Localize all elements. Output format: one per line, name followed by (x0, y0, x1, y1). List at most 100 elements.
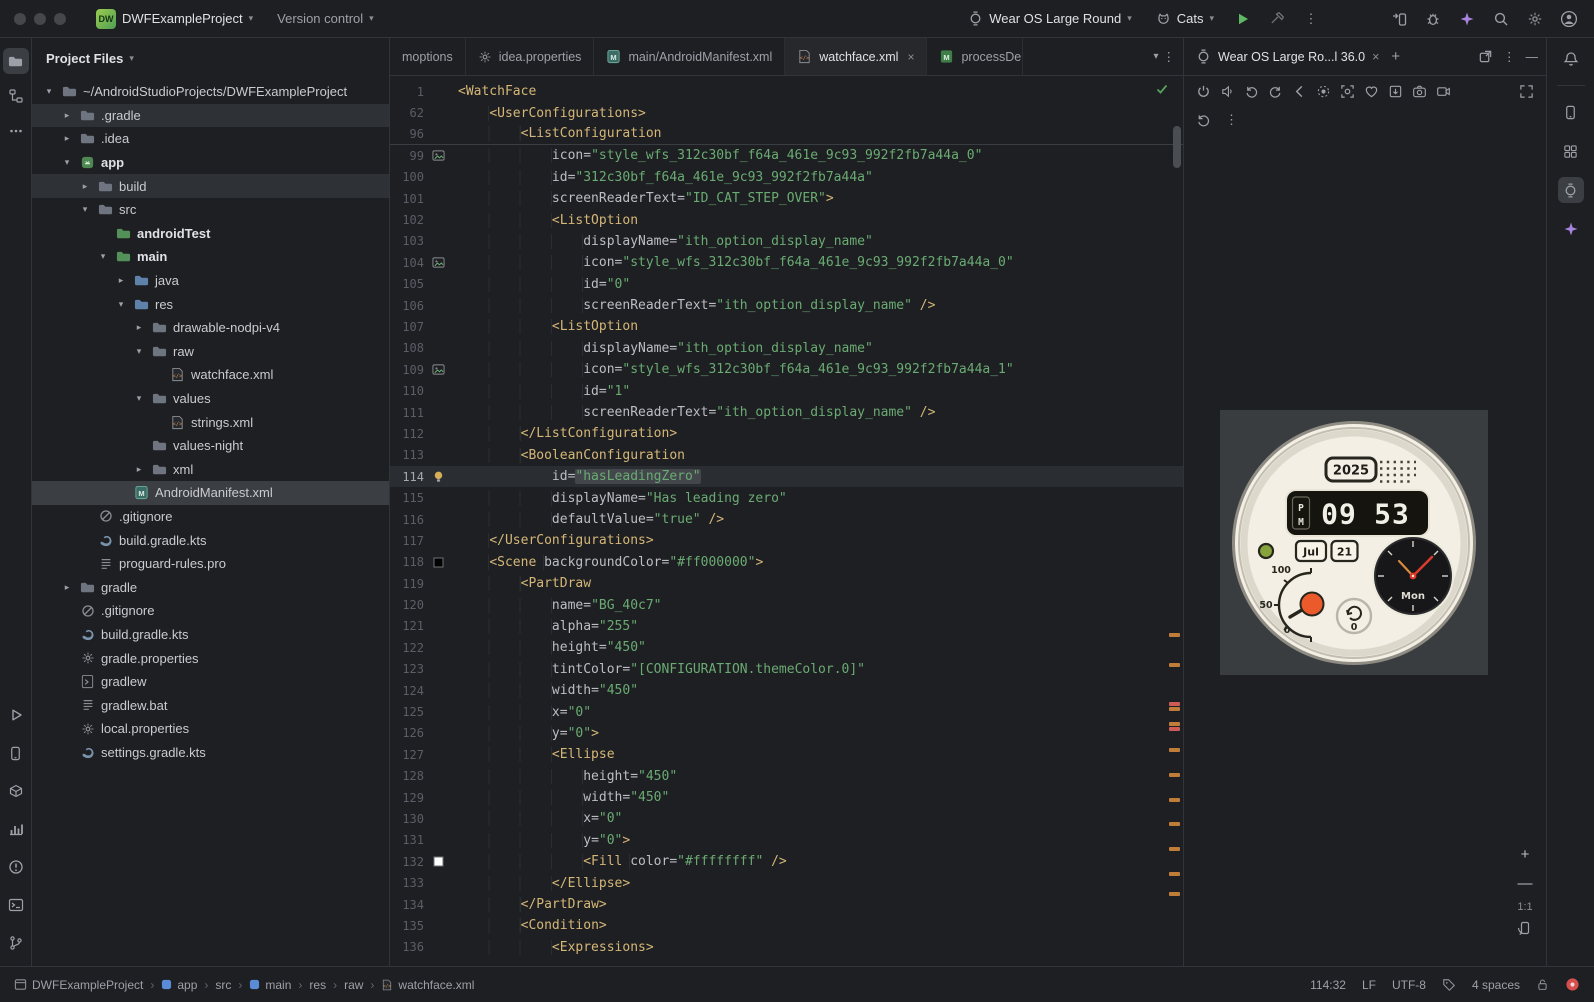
tree-item-build[interactable]: ▸ build (32, 174, 389, 198)
close-device-tab-icon[interactable]: × (1372, 50, 1379, 64)
code-line-62[interactable]: 62 <UserConfigurations> (390, 102, 1183, 123)
open-in-window-icon[interactable] (1478, 49, 1493, 64)
gemini-icon[interactable] (1558, 216, 1584, 242)
code-line-106[interactable]: 106 screenReaderText="ith_option_display… (390, 295, 1183, 316)
code-line-128[interactable]: 128 height="450" (390, 766, 1183, 787)
breadcrumb-res[interactable]: res (309, 978, 326, 992)
code-line-112[interactable]: 112 </ListConfiguration> (390, 423, 1183, 444)
tree-item-java[interactable]: ▸ java (32, 269, 389, 293)
rotate-right-icon[interactable] (1268, 84, 1283, 99)
chevron-right-icon[interactable]: ▸ (60, 133, 74, 144)
code-line-119[interactable]: 119 <PartDraw (390, 573, 1183, 594)
line-number[interactable]: 116 (390, 513, 424, 527)
drawable-preview-icon[interactable] (424, 363, 452, 376)
line-number[interactable]: 127 (390, 748, 424, 762)
code-line-1[interactable]: 1 <WatchFace (390, 81, 1183, 102)
profiler-icon[interactable] (3, 816, 29, 842)
build-button[interactable] (1264, 6, 1290, 32)
analysis-mark[interactable] (1169, 847, 1180, 851)
tree-item-proguard-rules-pro[interactable]: proguard-rules.pro (32, 552, 389, 576)
tree-item-idea[interactable]: ▸ .idea (32, 127, 389, 151)
fit-screen-icon[interactable] (1519, 84, 1534, 99)
code-line-125[interactable]: 125 x="0" (390, 701, 1183, 722)
code-line-135[interactable]: 135 <Condition> (390, 915, 1183, 936)
error-indicator-icon[interactable] (1565, 977, 1580, 992)
tree-item-gradle-properties[interactable]: gradle.properties (32, 646, 389, 670)
breadcrumb-main[interactable]: main (249, 978, 291, 992)
code-line-133[interactable]: 133 </Ellipse> (390, 872, 1183, 893)
code-line-105[interactable]: 105 id="0" (390, 274, 1183, 295)
editor-scrollbar[interactable] (1173, 126, 1181, 168)
editor-tab-moptions[interactable]: moptions (390, 38, 466, 75)
tree-item-androidtest[interactable]: androidTest (32, 222, 389, 246)
tree-item-raw[interactable]: ▾ raw (32, 340, 389, 364)
close-window-button[interactable] (14, 12, 26, 25)
tab-options-icon[interactable]: ⋮ (1163, 49, 1176, 64)
tree-item-res[interactable]: ▾ res (32, 292, 389, 316)
window-controls[interactable] (14, 12, 66, 25)
line-number[interactable]: 1 (390, 85, 424, 99)
line-number[interactable]: 131 (390, 833, 424, 847)
code-line-113[interactable]: 113 <BooleanConfiguration (390, 445, 1183, 466)
device-panel-more-icon[interactable]: ⋮ (1503, 49, 1516, 64)
chevron-right-icon[interactable]: ▸ (78, 181, 92, 192)
more-tools-icon[interactable] (3, 118, 29, 144)
tree-item-drawable-nodpi-v4[interactable]: ▸ drawable-nodpi-v4 (32, 316, 389, 340)
minimize-window-button[interactable] (34, 12, 46, 25)
running-devices-icon[interactable] (1557, 177, 1584, 203)
device-selector[interactable]: Wear OS Large Round ▾ (960, 7, 1140, 30)
app-inspection-icon[interactable] (3, 778, 29, 804)
power-icon[interactable] (1196, 84, 1211, 99)
code-line-131[interactable]: 131 y="0"> (390, 830, 1183, 851)
chevron-right-icon[interactable]: ▸ (60, 110, 74, 121)
chevron-right-icon[interactable]: ▸ (132, 464, 146, 475)
intention-bulb-icon[interactable] (424, 470, 452, 483)
analysis-mark[interactable] (1169, 702, 1180, 706)
code-line-115[interactable]: 115 displayName="Has leading zero" (390, 487, 1183, 508)
tree-item-main[interactable]: ▾ main (32, 245, 389, 269)
tree-item-gradle[interactable]: ▸ gradle (32, 575, 389, 599)
code-line-126[interactable]: 126 y="0"> (390, 723, 1183, 744)
analysis-mark[interactable] (1169, 798, 1180, 802)
tree-item-androidmanifest-xml[interactable]: M AndroidManifest.xml (32, 481, 389, 505)
code-line-132[interactable]: 132 <Fill color="#ffffffff" /> (390, 851, 1183, 872)
tree-item-values-night[interactable]: values-night (32, 434, 389, 458)
watch-face-preview[interactable]: 2025 P M 09 53 Jul 21 Mon 100 50 0 0 (1220, 410, 1488, 675)
tree-item-local-properties[interactable]: local.properties (32, 717, 389, 741)
device-tab[interactable]: Wear OS Large Ro...l 36.0 × (1192, 49, 1383, 64)
line-number[interactable]: 103 (390, 234, 424, 248)
chevron-right-icon[interactable]: ▸ (132, 322, 146, 333)
code-line-104[interactable]: 104 icon="style_wfs_312c30bf_f64a_461e_9… (390, 252, 1183, 273)
code-line-134[interactable]: 134 </PartDraw> (390, 894, 1183, 915)
line-number[interactable]: 124 (390, 684, 424, 698)
line-number[interactable]: 113 (390, 448, 424, 462)
tree-item-strings-xml[interactable]: </> strings.xml (32, 410, 389, 434)
code-line-99[interactable]: 99 icon="style_wfs_312c30bf_f64a_461e_9c… (390, 145, 1183, 166)
zoom-in-button[interactable]: + (1514, 843, 1536, 865)
line-number[interactable]: 136 (390, 940, 424, 954)
more-actions-button[interactable]: ⋮ (1298, 6, 1324, 32)
chevron-down-icon[interactable]: ▾ (114, 299, 128, 310)
line-number[interactable]: 110 (390, 384, 424, 398)
hide-panel-icon[interactable]: — (1526, 50, 1539, 64)
indent-indicator[interactable]: 4 spaces (1472, 978, 1520, 992)
more-icon[interactable]: ⋮ (1225, 112, 1238, 128)
chevron-right-icon[interactable]: ▸ (60, 582, 74, 593)
project-folder-icon[interactable] (2, 48, 29, 74)
code-line-130[interactable]: 130 x="0" (390, 808, 1183, 829)
line-number[interactable]: 126 (390, 726, 424, 740)
line-number[interactable]: 119 (390, 577, 424, 591)
chevron-down-icon[interactable]: ▾ (42, 86, 56, 97)
heart-icon[interactable] (1364, 84, 1379, 99)
editor-tab-idea-properties[interactable]: idea.properties (466, 38, 595, 75)
analysis-mark[interactable] (1169, 722, 1180, 726)
code-editor[interactable]: 1 <WatchFace 62 <UserConfigurations> 96 <Li… (390, 76, 1183, 966)
editor-tab-main-androidmanifest-xml[interactable]: Mmain/AndroidManifest.xml (594, 38, 786, 75)
hidden-tabs-chevron-icon[interactable]: ▾ (1153, 51, 1158, 62)
structure-icon[interactable] (3, 83, 29, 109)
tree-item-src[interactable]: ▾ src (32, 198, 389, 222)
inspections-ok-icon[interactable] (1155, 82, 1169, 96)
run-button[interactable] (1230, 6, 1256, 32)
line-number[interactable]: 105 (390, 277, 424, 291)
line-number[interactable]: 121 (390, 619, 424, 633)
